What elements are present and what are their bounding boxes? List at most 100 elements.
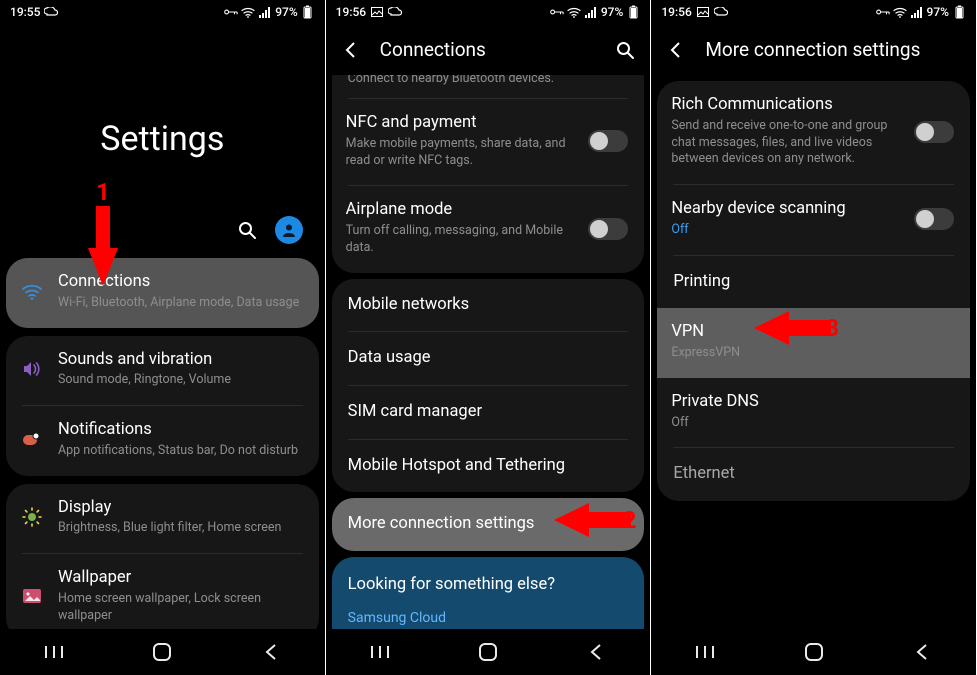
looking-title: Looking for something else? <box>348 575 629 596</box>
action-row <box>0 216 325 244</box>
item-title: Private DNS <box>671 392 954 413</box>
item-sim-card[interactable]: SIM card manager <box>332 386 645 439</box>
wifi-icon <box>241 6 255 18</box>
wifi-tile-icon <box>20 280 44 304</box>
battery-percent: 97% <box>601 5 623 19</box>
notifications-icon <box>20 428 44 452</box>
navbar <box>0 629 325 675</box>
recents-button[interactable] <box>360 644 400 660</box>
item-more-connection-settings[interactable]: More connection settings <box>332 498 645 551</box>
wifi-icon <box>567 6 581 18</box>
item-title: VPN <box>671 322 954 343</box>
item-title: Mobile networks <box>348 295 470 316</box>
screen-settings: 19:55 97% Settings 1 <box>0 0 325 675</box>
signal-icon <box>258 6 272 18</box>
item-title: Data usage <box>348 348 431 369</box>
looking-link[interactable]: Samsung Cloud <box>348 610 629 626</box>
screen-connections: 19:56 97% Connections Connect to nearby … <box>326 0 651 675</box>
looking-card[interactable]: Looking for something else? Samsung Clou… <box>332 557 645 632</box>
group-sounds: Sounds and vibration Sound mode, Rington… <box>6 336 319 476</box>
nfc-toggle[interactable] <box>588 130 628 152</box>
item-mobile-networks[interactable]: Mobile networks <box>332 279 645 332</box>
signal-icon <box>910 6 924 18</box>
item-sub: Off <box>671 222 900 239</box>
item-sub: Sound mode, Ringtone, Volume <box>58 372 303 389</box>
header-title: More connection settings <box>705 38 962 61</box>
back-button[interactable] <box>251 643 291 661</box>
battery-percent: 97% <box>275 5 297 19</box>
item-nearby-scanning[interactable]: Nearby device scanning Off <box>657 185 970 255</box>
airplane-toggle[interactable] <box>588 218 628 240</box>
settings-item-wallpaper[interactable]: Wallpaper Home screen wallpaper, Lock sc… <box>6 554 319 640</box>
search-button[interactable] <box>614 39 636 61</box>
item-title: Ethernet <box>673 464 734 485</box>
settings-item-display[interactable]: Display Brightness, Blue light filter, H… <box>6 484 319 554</box>
item-title: SIM card manager <box>348 402 482 423</box>
item-title: Rich Communications <box>671 95 900 116</box>
item-title: Sounds and vibration <box>58 350 303 371</box>
group-display: Display Brightness, Blue light filter, H… <box>6 484 319 641</box>
header: Connections <box>326 24 651 75</box>
item-title: Airplane mode <box>346 200 575 221</box>
header-title: Connections <box>380 38 597 61</box>
back-icon[interactable] <box>340 39 362 61</box>
item-sub: Home screen wallpaper, Lock screen wallp… <box>58 591 303 625</box>
search-button[interactable] <box>235 218 259 242</box>
page-title: Settings <box>0 119 325 159</box>
item-sub: Send and receive one-to-one and group ch… <box>671 118 900 169</box>
back-button[interactable] <box>902 643 942 661</box>
home-button[interactable] <box>142 641 182 663</box>
settings-item-notifications[interactable]: Notifications App notifications, Status … <box>6 406 319 476</box>
speaker-icon <box>20 357 44 381</box>
item-ethernet[interactable]: Ethernet <box>657 448 970 501</box>
navbar <box>651 629 976 675</box>
account-button[interactable] <box>275 216 303 244</box>
item-data-usage[interactable]: Data usage <box>332 332 645 385</box>
samsung-cloud-icon <box>44 6 58 18</box>
back-icon[interactable] <box>665 39 687 61</box>
item-title: More connection settings <box>348 514 535 535</box>
wifi-icon <box>893 6 907 18</box>
item-rich-communications[interactable]: Rich Communications Send and receive one… <box>657 81 970 184</box>
item-title: Printing <box>673 272 730 293</box>
rich-toggle[interactable] <box>914 121 954 143</box>
vpn-key-icon <box>224 6 238 18</box>
screenshot-icon <box>370 6 384 18</box>
brightness-icon <box>20 505 44 529</box>
item-nfc[interactable]: NFC and payment Make mobile payments, sh… <box>332 99 645 185</box>
settings-item-connections[interactable]: Connections Wi-Fi, Bluetooth, Airplane m… <box>6 258 319 328</box>
item-sub: Brightness, Blue light filter, Home scre… <box>58 520 303 537</box>
battery-icon <box>301 6 315 18</box>
group-network: Mobile networks Data usage SIM card mana… <box>332 279 645 493</box>
item-hotspot[interactable]: Mobile Hotspot and Tethering <box>332 440 645 493</box>
item-title: Nearby device scanning <box>671 199 900 220</box>
navbar <box>326 629 651 675</box>
battery-icon <box>952 6 966 18</box>
home-button[interactable] <box>794 641 834 663</box>
item-sub: Turn off calling, messaging, and Mobile … <box>346 223 575 257</box>
status-time: 19:56 <box>336 5 366 19</box>
annotation-number: 1 <box>96 178 110 206</box>
item-title: Mobile Hotspot and Tethering <box>348 456 565 477</box>
screenshot-icon <box>696 6 710 18</box>
recents-button[interactable] <box>34 644 74 660</box>
item-sub: Make mobile payments, share data, and re… <box>346 136 575 170</box>
nearby-toggle[interactable] <box>914 208 954 230</box>
item-private-dns[interactable]: Private DNS Off <box>657 378 970 448</box>
header: More connection settings <box>651 24 976 75</box>
samsung-cloud-icon <box>714 6 728 18</box>
item-airplane[interactable]: Airplane mode Turn off calling, messagin… <box>332 186 645 272</box>
back-button[interactable] <box>576 643 616 661</box>
item-vpn[interactable]: VPN ExpressVPN <box>657 308 970 378</box>
item-sub: App notifications, Status bar, Do not di… <box>58 443 303 460</box>
recents-button[interactable] <box>685 644 725 660</box>
wallpaper-icon <box>20 584 44 608</box>
home-button[interactable] <box>468 641 508 663</box>
samsung-cloud-icon <box>388 6 402 18</box>
item-title: Display <box>58 498 303 519</box>
item-title: Notifications <box>58 420 303 441</box>
battery-icon <box>626 6 640 18</box>
item-printing[interactable]: Printing <box>657 256 970 309</box>
settings-item-sounds[interactable]: Sounds and vibration Sound mode, Rington… <box>6 336 319 406</box>
status-bar: 19:56 97% <box>326 0 651 24</box>
